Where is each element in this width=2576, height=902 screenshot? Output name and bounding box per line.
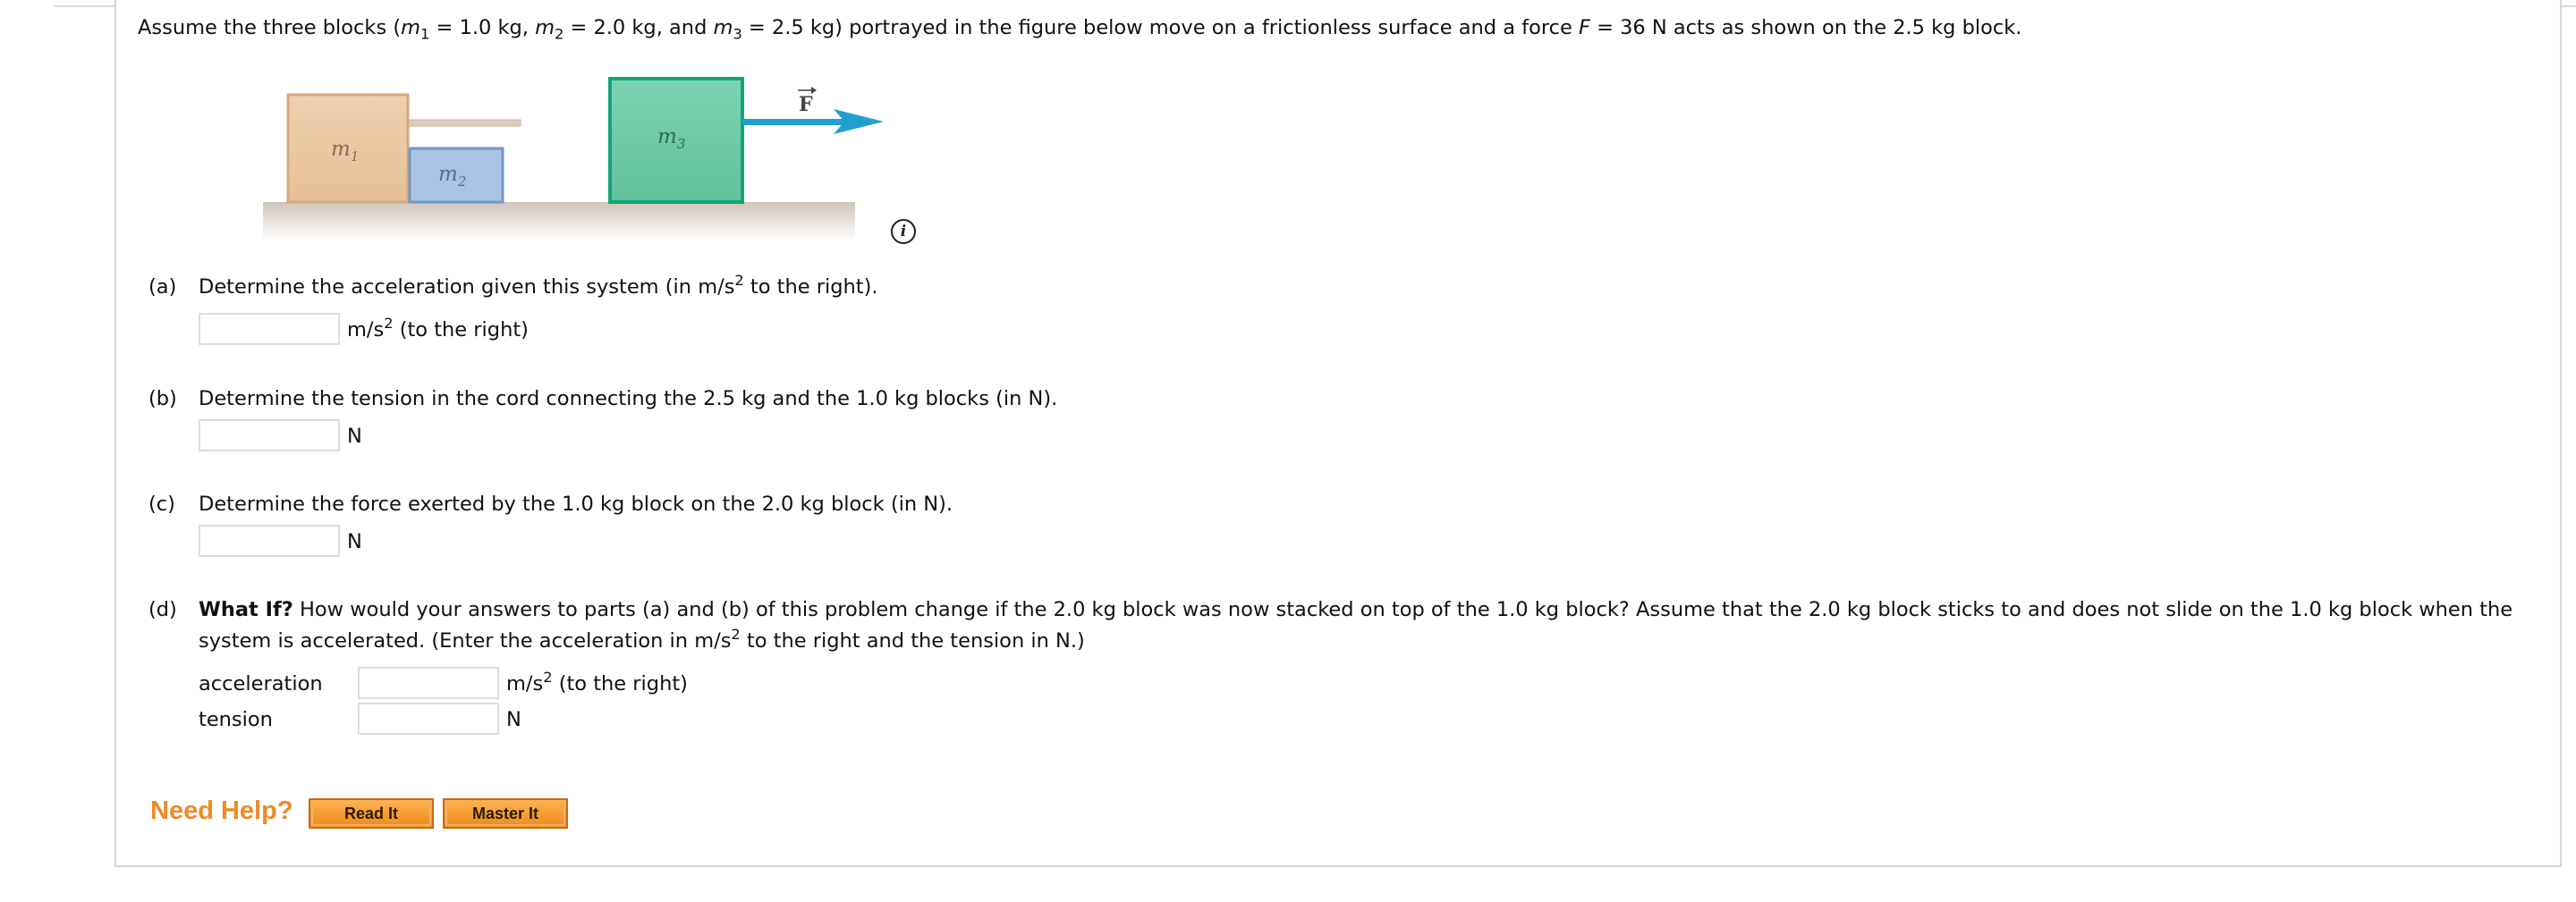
question-a-sup: 2	[734, 272, 744, 290]
question-d-text-2: system is accelerated. (Enter the accele…	[199, 629, 732, 653]
answer-a-input[interactable]	[199, 313, 340, 345]
question-d-text-3: to the right and the tension in N.)	[740, 629, 1085, 653]
question-a-text: Determine the acceleration given this sy…	[199, 273, 878, 299]
question-b-text: Determine the tension in the cord connec…	[199, 387, 1058, 410]
read-it-button[interactable]: Read It	[309, 798, 434, 829]
question-a-label: (a)	[148, 275, 177, 299]
blocks-figure: m1 m2 m3 F	[263, 77, 884, 240]
question-d-line1: What If? How would your answers to parts…	[199, 600, 2512, 620]
problem-statement: Assume the three blocks (m1 = 1.0 kg, m2…	[138, 16, 2022, 42]
need-help-label: Need Help?	[150, 797, 293, 825]
answer-b-unit: N	[347, 425, 362, 448]
prompt-text-2: = 1.0 kg,	[429, 16, 536, 39]
answer-d-acceleration-input[interactable]	[358, 667, 499, 699]
question-a-text-1: Determine the acceleration given this sy…	[199, 275, 735, 299]
prompt-text-5: = 36 N acts as shown on the 2.5 kg block…	[1589, 16, 2022, 39]
answer-a-unit: m/s2 (to the right)	[347, 316, 529, 341]
answer-d-tension-unit: N	[506, 708, 521, 731]
answer-d-acceleration-unit-sup: 2	[543, 669, 553, 687]
question-d-label: (d)	[148, 598, 177, 621]
question-c-text: Determine the force exerted by the 1.0 k…	[199, 493, 953, 516]
var-m3-sub: 3	[733, 25, 742, 43]
question-d-text-1: How would your answers to parts (a) and …	[292, 598, 2513, 621]
question-c-label: (c)	[148, 493, 175, 516]
answer-a-unit-sup: 2	[384, 315, 394, 333]
info-icon[interactable]: i	[891, 219, 916, 244]
var-f: F	[1578, 16, 1590, 39]
prompt-text-4: = 2.5 kg) portrayed in the figure below …	[741, 16, 1579, 39]
answer-d-acceleration-unit-2: (to the right)	[552, 672, 688, 695]
force-arrow-shaft	[742, 119, 848, 125]
var-m1-sub: 1	[420, 25, 430, 43]
answer-c-unit: N	[347, 530, 362, 553]
answer-a-unit-1: m/s	[347, 318, 385, 341]
answer-d-acceleration-unit-1: m/s	[506, 672, 544, 695]
prompt-text-1: Assume the three blocks (	[138, 16, 402, 39]
ground-surface	[263, 202, 855, 240]
question-d-sup: 2	[731, 626, 741, 644]
answer-a-unit-2: (to the right)	[393, 318, 529, 341]
question-b-label: (b)	[148, 387, 177, 410]
var-m3: m	[713, 16, 733, 39]
answer-c-input[interactable]	[199, 525, 340, 557]
question-d-line2: system is accelerated. (Enter the accele…	[199, 627, 1085, 653]
acceleration-label: acceleration	[199, 672, 323, 695]
connecting-cord	[407, 119, 521, 127]
what-if-heading: What If?	[199, 598, 293, 621]
prompt-text-3: = 2.0 kg, and	[564, 16, 714, 39]
var-m2: m	[535, 16, 555, 39]
force-label: F	[799, 93, 813, 116]
var-m2-sub: 2	[555, 25, 564, 43]
var-m1: m	[401, 16, 421, 39]
answer-d-acceleration-unit: m/s2 (to the right)	[506, 670, 688, 695]
question-a-text-2: to the right).	[743, 275, 878, 299]
answer-b-input[interactable]	[199, 419, 340, 451]
tension-label: tension	[199, 708, 273, 731]
answer-d-tension-input[interactable]	[358, 703, 499, 735]
master-it-button[interactable]: Master It	[443, 798, 568, 829]
